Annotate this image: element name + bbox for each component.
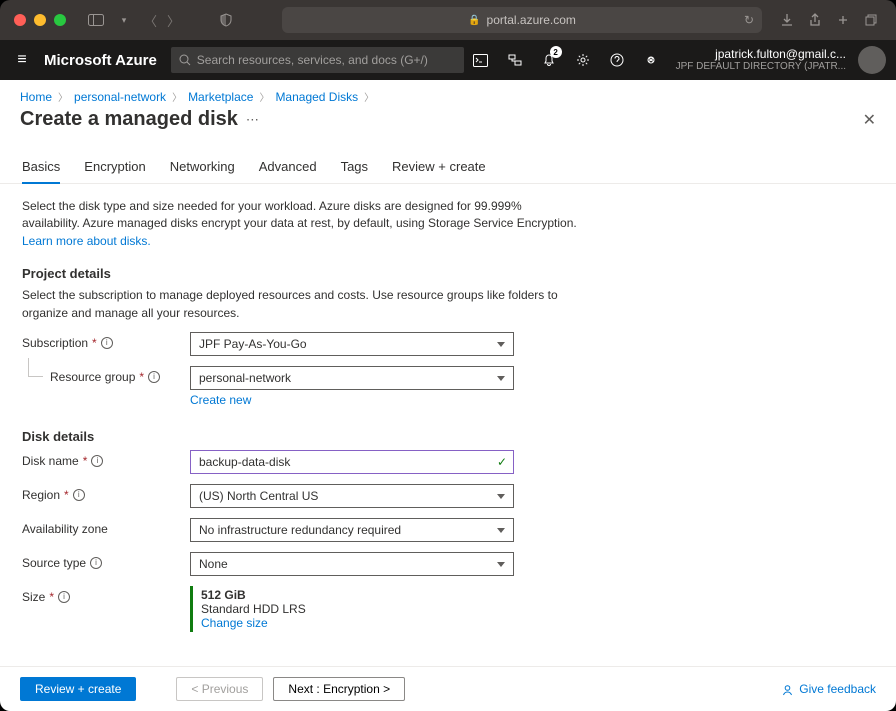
- size-summary: 512 GiB Standard HDD LRS Change size: [190, 586, 514, 632]
- feedback-icon[interactable]: [634, 40, 668, 80]
- traffic-lights: [14, 14, 66, 26]
- breadcrumb-marketplace[interactable]: Marketplace: [188, 90, 253, 104]
- review-create-button[interactable]: Review + create: [20, 677, 136, 701]
- new-tab-icon[interactable]: [836, 13, 850, 27]
- breadcrumb-home[interactable]: Home: [20, 90, 52, 104]
- subscription-label: Subscription* i: [22, 332, 190, 350]
- tabs-icon[interactable]: [864, 13, 878, 27]
- give-feedback-link[interactable]: Give feedback: [781, 682, 876, 696]
- url-text: portal.azure.com: [487, 13, 576, 27]
- search-icon: [179, 54, 191, 66]
- project-details-heading: Project details: [22, 266, 874, 281]
- refresh-icon[interactable]: ↻: [744, 13, 754, 27]
- page-title: Create a managed disk: [20, 108, 238, 131]
- availability-zone-select[interactable]: No infrastructure redundancy required: [190, 518, 514, 542]
- tab-advanced[interactable]: Advanced: [259, 159, 317, 183]
- tab-tags[interactable]: Tags: [341, 159, 368, 183]
- breadcrumb: Home〉 personal-network〉 Marketplace〉 Man…: [0, 80, 896, 108]
- breadcrumb-rg[interactable]: personal-network: [74, 90, 166, 104]
- lock-icon: 🔒: [468, 15, 480, 26]
- intro-text: Select the disk type and size needed for…: [22, 198, 582, 250]
- availability-zone-label: Availability zone: [22, 518, 190, 536]
- address-bar[interactable]: 🔒 portal.azure.com ↻: [282, 7, 762, 33]
- source-type-label: Source type i: [22, 552, 190, 570]
- learn-more-link[interactable]: Learn more about disks.: [22, 234, 151, 248]
- notifications-icon[interactable]: 2: [532, 40, 566, 80]
- tab-review[interactable]: Review + create: [392, 159, 486, 183]
- more-icon[interactable]: ⋯: [246, 112, 259, 128]
- tab-basics[interactable]: Basics: [22, 159, 60, 184]
- info-icon[interactable]: i: [58, 591, 70, 603]
- search-placeholder: Search resources, services, and docs (G+…: [197, 53, 428, 67]
- forward-button[interactable]: 〉: [167, 11, 180, 30]
- shield-icon[interactable]: [218, 12, 234, 28]
- size-label: Size* i: [22, 586, 190, 604]
- chevron-down-icon[interactable]: ▾: [116, 12, 132, 28]
- close-icon[interactable]: ✕: [863, 110, 876, 130]
- info-icon[interactable]: i: [101, 337, 113, 349]
- resource-group-select[interactable]: personal-network: [190, 366, 514, 390]
- brand[interactable]: Microsoft Azure: [44, 52, 157, 69]
- help-icon[interactable]: [600, 40, 634, 80]
- download-icon[interactable]: [780, 13, 794, 27]
- previous-button: < Previous: [176, 677, 263, 701]
- source-type-select[interactable]: None: [190, 552, 514, 576]
- next-button[interactable]: Next : Encryption >: [273, 677, 405, 701]
- resource-group-label: Resource group* i: [22, 366, 190, 384]
- disk-name-label: Disk name* i: [22, 450, 190, 468]
- account-directory: JPF DEFAULT DIRECTORY (JPATR...: [676, 61, 846, 73]
- account-email: jpatrick.fulton@gmail.c...: [676, 47, 846, 61]
- info-icon[interactable]: i: [90, 557, 102, 569]
- global-search[interactable]: Search resources, services, and docs (G+…: [171, 47, 464, 73]
- back-button[interactable]: 〈: [144, 11, 157, 30]
- breadcrumb-managed-disks[interactable]: Managed Disks: [275, 90, 358, 104]
- sidebar-toggle-icon[interactable]: [88, 12, 104, 28]
- info-icon[interactable]: i: [91, 455, 103, 467]
- tab-encryption[interactable]: Encryption: [84, 159, 145, 183]
- share-icon[interactable]: [808, 13, 822, 27]
- minimize-window[interactable]: [34, 14, 46, 26]
- azure-topbar: ≡ Microsoft Azure Search resources, serv…: [0, 40, 896, 80]
- feedback-icon: [781, 683, 794, 696]
- close-window[interactable]: [14, 14, 26, 26]
- change-size-link[interactable]: Change size: [201, 616, 268, 630]
- cloud-shell-icon[interactable]: [464, 40, 498, 80]
- disk-name-input[interactable]: backup-data-disk: [190, 450, 514, 474]
- account-info[interactable]: jpatrick.fulton@gmail.c... JPF DEFAULT D…: [668, 47, 854, 73]
- notif-badge: 2: [550, 46, 562, 58]
- info-icon[interactable]: i: [73, 489, 85, 501]
- tab-networking[interactable]: Networking: [170, 159, 235, 183]
- project-details-desc: Select the subscription to manage deploy…: [22, 287, 582, 322]
- maximize-window[interactable]: [54, 14, 66, 26]
- avatar[interactable]: [858, 46, 886, 74]
- browser-titlebar: ▾ 〈 〉 🔒 portal.azure.com ↻: [0, 0, 896, 40]
- tabs: Basics Encryption Networking Advanced Ta…: [0, 137, 896, 184]
- menu-icon[interactable]: ≡: [0, 51, 44, 69]
- footer-bar: Review + create < Previous Next : Encryp…: [0, 666, 896, 711]
- subscription-select[interactable]: JPF Pay-As-You-Go: [190, 332, 514, 356]
- create-new-rg-link[interactable]: Create new: [190, 393, 251, 407]
- region-label: Region* i: [22, 484, 190, 502]
- info-icon[interactable]: i: [148, 371, 160, 383]
- disk-details-heading: Disk details: [22, 429, 874, 444]
- region-select[interactable]: (US) North Central US: [190, 484, 514, 508]
- settings-icon[interactable]: [566, 40, 600, 80]
- directories-icon[interactable]: [498, 40, 532, 80]
